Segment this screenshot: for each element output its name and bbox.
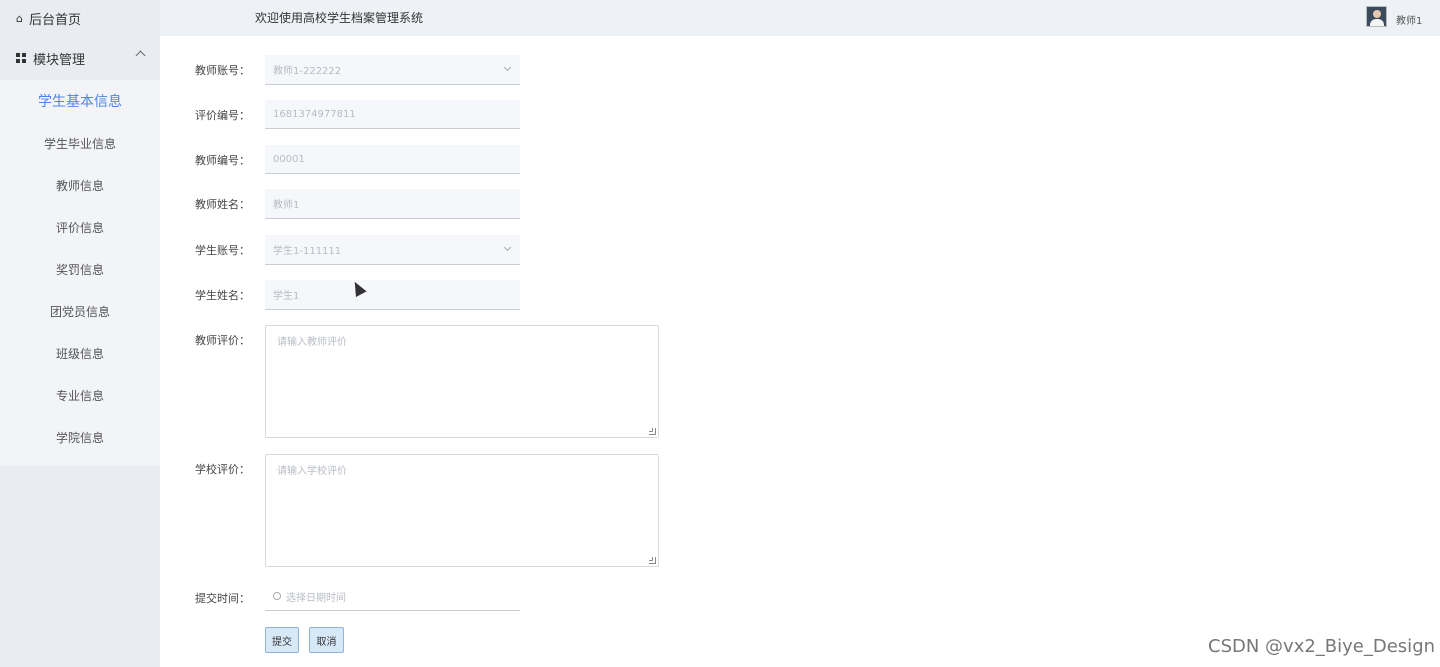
sidebar-home[interactable]: ⌂ 后台首页 bbox=[0, 0, 160, 36]
student-name-value: 学生1 bbox=[273, 291, 300, 302]
chevron-down-icon bbox=[503, 63, 512, 72]
sidebar-item-party[interactable]: 团党员信息 bbox=[0, 290, 160, 332]
watermark: CSDN @vx2_Biye_Design bbox=[1208, 636, 1436, 657]
submit-button[interactable]: 提交 bbox=[265, 627, 299, 653]
teacher-name-value: 教师1 bbox=[273, 200, 300, 211]
page-title: 欢迎使用高校学生档案管理系统 bbox=[255, 11, 424, 25]
teacher-account-value: 教师1-222222 bbox=[273, 66, 342, 77]
sidebar-module-menu[interactable]: 模块管理 bbox=[0, 38, 160, 78]
sidebar-item-class[interactable]: 班级信息 bbox=[0, 332, 160, 374]
clock-icon bbox=[273, 592, 281, 600]
resize-handle-icon[interactable] bbox=[649, 557, 656, 564]
grid-icon bbox=[16, 53, 26, 63]
teacher-name-field[interactable]: 教师1 bbox=[265, 189, 520, 219]
user-name[interactable]: 教师1 bbox=[1396, 12, 1422, 27]
sidebar-item-college[interactable]: 学院信息 bbox=[0, 416, 160, 458]
teacher-no-label: 教师编号： bbox=[195, 154, 250, 167]
submit-time-label: 提交时间： bbox=[195, 592, 250, 605]
teacher-no-value: 00001 bbox=[273, 153, 305, 165]
teacher-eval-textarea[interactable]: 请输入教师评价 bbox=[265, 325, 659, 438]
chevron-down-icon bbox=[503, 243, 512, 252]
sidebar-home-label: 后台首页 bbox=[28, 12, 81, 28]
resize-handle-icon[interactable] bbox=[649, 428, 656, 435]
submit-time-placeholder: 选择日期时间 bbox=[286, 592, 346, 604]
teacher-eval-label: 教师评价： bbox=[195, 334, 250, 347]
sidebar-item-reward[interactable]: 奖罚信息 bbox=[0, 248, 160, 290]
student-account-label: 学生账号： bbox=[195, 244, 250, 257]
teacher-name-label: 教师姓名： bbox=[195, 198, 250, 211]
teacher-no-field[interactable]: 00001 bbox=[265, 145, 520, 174]
cancel-button[interactable]: 取消 bbox=[309, 627, 344, 653]
teacher-account-select[interactable]: 教师1-222222 bbox=[265, 55, 520, 85]
chevron-up-icon bbox=[135, 50, 146, 61]
school-eval-label: 学校评价： bbox=[195, 463, 250, 476]
eval-no-label: 评价编号： bbox=[195, 109, 250, 122]
school-eval-placeholder: 请输入学校评价 bbox=[277, 466, 347, 477]
sidebar-submenu: 学生基本信息 学生毕业信息 教师信息 评价信息 奖罚信息 团党员信息 班级信息 … bbox=[0, 80, 160, 466]
sidebar-item-evaluation[interactable]: 评价信息 bbox=[0, 206, 160, 248]
teacher-account-label: 教师账号： bbox=[195, 64, 250, 77]
sidebar-module-label: 模块管理 bbox=[33, 52, 86, 68]
sidebar-item-student-basic[interactable]: 学生基本信息 bbox=[0, 80, 160, 122]
sidebar-item-teacher[interactable]: 教师信息 bbox=[0, 164, 160, 206]
avatar[interactable] bbox=[1366, 6, 1387, 27]
teacher-eval-placeholder: 请输入教师评价 bbox=[277, 337, 347, 348]
school-eval-textarea[interactable]: 请输入学校评价 bbox=[265, 454, 659, 567]
sidebar-item-student-graduation[interactable]: 学生毕业信息 bbox=[0, 122, 160, 164]
eval-no-value: 1681374977811 bbox=[273, 108, 356, 120]
header: 欢迎使用高校学生档案管理系统 教师1 bbox=[160, 0, 1440, 36]
submit-time-picker[interactable]: 选择日期时间 bbox=[265, 582, 520, 611]
student-name-label: 学生姓名： bbox=[195, 289, 250, 302]
student-account-select[interactable]: 学生1-111111 bbox=[265, 235, 520, 265]
student-name-field[interactable]: 学生1 bbox=[265, 280, 520, 310]
sidebar-item-major[interactable]: 专业信息 bbox=[0, 374, 160, 416]
sidebar: ⌂ 后台首页 模块管理 学生基本信息 学生毕业信息 教师信息 评价信息 奖罚信息… bbox=[0, 0, 160, 667]
student-account-value: 学生1-111111 bbox=[273, 246, 342, 257]
home-icon: ⌂ bbox=[16, 11, 23, 25]
eval-no-field[interactable]: 1681374977811 bbox=[265, 100, 520, 129]
